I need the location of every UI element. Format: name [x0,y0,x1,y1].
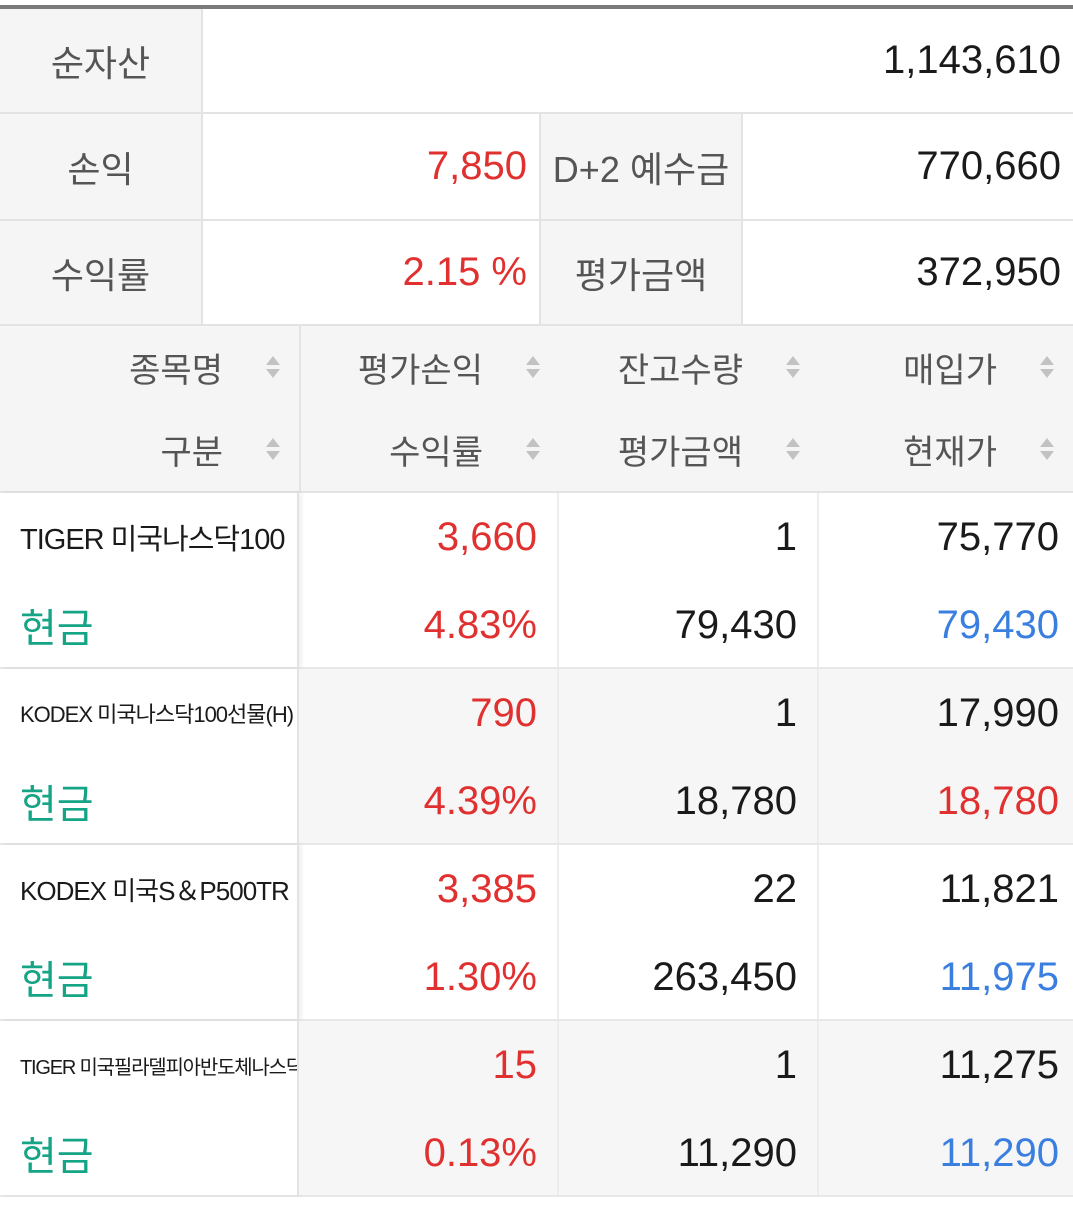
sort-updown-icon [1039,436,1055,462]
sort-updown-icon [265,436,281,462]
header-name-label: 종목명 [129,351,223,390]
holding-eval-amount: 79,430 [674,602,797,647]
holding-current-price: 11,290 [939,1130,1059,1175]
holding-name: TIGER 미국나스닥100 [20,524,285,556]
holding-return: 0.13% [423,1130,537,1175]
holding-name: KODEX 미국나스닥100선물(H) [20,702,294,727]
header-current-price-label: 현재가 [903,433,997,472]
holding-pnl-cell: 15 0.13% [299,1021,559,1195]
holding-buy-price: 11,821 [939,866,1059,911]
holding-quantity-cell: 1 11,290 [559,1021,819,1195]
sort-buy-price-button[interactable]: 매입가 [819,326,1073,408]
holding-eval-amount: 263,450 [652,954,797,999]
header-quantity-label: 잔고수량 [617,351,743,390]
holding-quantity-cell: 1 18,780 [559,669,819,843]
holding-return: 4.83% [423,602,537,647]
holding-quantity: 1 [774,1042,797,1087]
holdings-table-header: 종목명 구분 평가손익 수익률 잔고수량 평가금액 매입가 현재가 [0,326,1073,493]
holding-type: 현금 [20,783,94,827]
holding-name-cell: TIGER 미국필라델피아반도체나스닥 현금 [0,1021,299,1195]
holding-current-price: 18,780 [936,778,1059,823]
holding-eval-amount: 18,780 [674,778,797,823]
holding-quantity: 1 [774,514,797,559]
header-col-price: 매입가 현재가 [819,326,1073,491]
holding-row[interactable]: TIGER 미국나스닥100 현금 3,660 4.83% 1 79,430 7… [0,493,1073,669]
pnl-value: 7,850 [203,114,541,219]
header-type-label: 구분 [160,433,223,472]
holding-current-price: 11,975 [939,954,1059,999]
header-col-pnl: 평가손익 수익률 [301,326,559,491]
sort-pnl-button[interactable]: 평가손익 [301,326,559,408]
holding-pnl: 3,385 [436,866,537,911]
summary-row-pnl: 손익 7,850 D+2 예수금 770,660 [0,114,1073,221]
deposit-label: D+2 예수금 [541,114,743,219]
sort-updown-icon [525,436,541,462]
holding-pnl: 15 [492,1042,538,1087]
holding-quantity-cell: 1 79,430 [559,493,819,667]
holding-price-cell: 11,275 11,290 [819,1021,1073,1195]
holding-quantity: 22 [752,866,798,911]
sort-updown-icon [785,354,801,380]
header-col-quantity: 잔고수량 평가금액 [559,326,819,491]
holding-buy-price: 11,275 [939,1042,1059,1087]
sort-updown-icon [785,436,801,462]
holding-type: 현금 [20,959,94,1003]
header-eval-amount-label: 평가금액 [617,433,743,472]
header-buy-price-label: 매입가 [903,351,997,390]
summary-row-return: 수익률 2.15 % 평가금액 372,950 [0,221,1073,326]
sort-updown-icon [525,354,541,380]
holding-row[interactable]: TIGER 미국필라델피아반도체나스닥 현금 15 0.13% 1 11,290… [0,1021,1073,1197]
sort-eval-amount-button[interactable]: 평가금액 [559,408,819,490]
holding-name-cell: TIGER 미국나스닥100 현금 [0,493,299,667]
return-label: 수익률 [0,221,203,324]
summary-row-net-assets: 순자산 1,143,610 [0,9,1073,114]
holding-pnl: 3,660 [436,514,537,559]
holding-return: 1.30% [423,954,537,999]
holding-row[interactable]: KODEX 미국S＆P500TR 현금 3,385 1.30% 22 263,4… [0,845,1073,1021]
account-summary: 순자산 1,143,610 손익 7,850 D+2 예수금 770,660 수… [0,9,1073,326]
net-assets-value: 1,143,610 [883,38,1061,82]
holding-quantity: 1 [774,690,797,735]
holding-pnl-cell: 3,660 4.83% [299,493,559,667]
holding-buy-price: 75,770 [936,514,1059,559]
holding-type: 현금 [20,607,94,651]
pnl-label: 손익 [0,114,203,219]
holding-name: KODEX 미국S＆P500TR [20,875,290,906]
sort-updown-icon [1039,354,1055,380]
deposit-value: 770,660 [916,144,1061,188]
sort-quantity-button[interactable]: 잔고수량 [559,326,819,408]
holding-eval-amount: 11,290 [677,1130,797,1175]
sort-updown-icon [265,354,281,380]
holding-name-cell: KODEX 미국나스닥100선물(H) 현금 [0,669,299,843]
holdings-list: TIGER 미국나스닥100 현금 3,660 4.83% 1 79,430 7… [0,493,1073,1197]
holding-pnl: 790 [470,690,537,735]
sort-name-button[interactable]: 종목명 [0,326,299,408]
holding-current-price: 79,430 [936,602,1059,647]
eval-amount-value: 372,950 [916,250,1061,294]
header-pnl-label: 평가손익 [357,351,483,390]
holding-quantity-cell: 22 263,450 [559,845,819,1019]
return-value: 2.15 % [203,221,541,324]
net-assets-label: 순자산 [0,9,203,112]
holding-pnl-cell: 790 4.39% [299,669,559,843]
holding-buy-price: 17,990 [936,690,1059,735]
holding-type: 현금 [20,1135,94,1179]
sort-current-price-button[interactable]: 현재가 [819,408,1073,490]
sort-type-button[interactable]: 구분 [0,408,299,490]
holding-return: 4.39% [423,778,537,823]
eval-amount-label: 평가금액 [541,221,743,324]
holding-pnl-cell: 3,385 1.30% [299,845,559,1019]
holding-price-cell: 75,770 79,430 [819,493,1073,667]
sort-return-button[interactable]: 수익률 [301,408,559,490]
header-return-label: 수익률 [389,433,483,472]
header-col-name: 종목명 구분 [0,326,299,491]
holding-name-cell: KODEX 미국S＆P500TR 현금 [0,845,299,1019]
holding-name: TIGER 미국필라델피아반도체나스닥 [20,1056,297,1079]
holding-row[interactable]: KODEX 미국나스닥100선물(H) 현금 790 4.39% 1 18,78… [0,669,1073,845]
holding-price-cell: 11,821 11,975 [819,845,1073,1019]
holding-price-cell: 17,990 18,780 [819,669,1073,843]
